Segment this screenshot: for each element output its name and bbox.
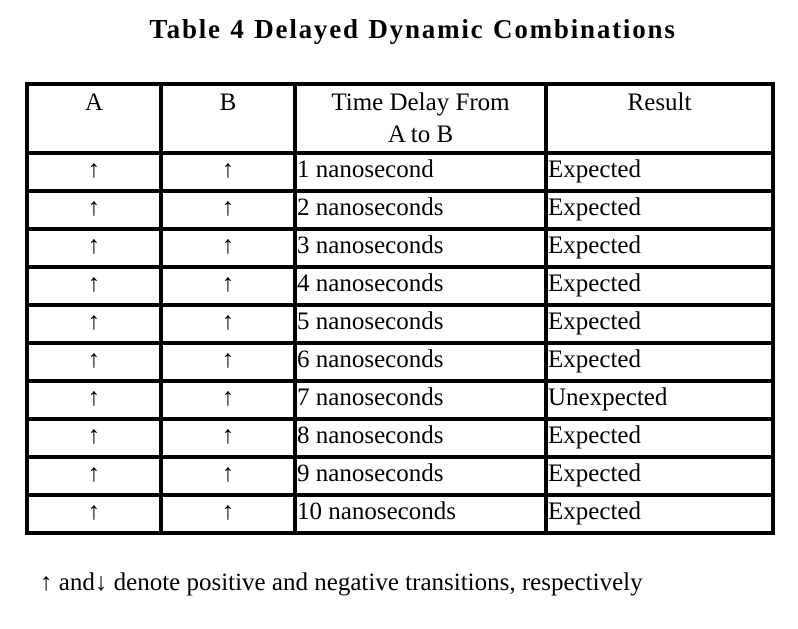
result-cell: Expected bbox=[544, 189, 775, 231]
time-delay-cell: 1 nanosecond bbox=[293, 151, 548, 193]
result-cell: Unexpected bbox=[544, 379, 775, 421]
b-transition-icon: ↑ bbox=[159, 303, 297, 345]
a-transition-icon: ↑ bbox=[25, 417, 163, 459]
result-cell: Expected bbox=[544, 151, 775, 193]
header-a: A bbox=[25, 82, 163, 155]
a-transition-icon: ↑ bbox=[25, 379, 163, 421]
table-row: ↑ ↑ 6 nanoseconds Expected bbox=[25, 341, 775, 383]
a-transition-icon: ↑ bbox=[25, 189, 163, 231]
header-time-delay-line1: Time Delay From bbox=[331, 89, 510, 116]
b-transition-icon: ↑ bbox=[159, 379, 297, 421]
b-transition-icon: ↑ bbox=[159, 189, 297, 231]
table-row: ↑ ↑ 10 nanoseconds Expected bbox=[25, 493, 775, 535]
header-row: A B Time Delay From A to B Result bbox=[25, 82, 775, 155]
time-delay-cell: 2 nanoseconds bbox=[293, 189, 548, 231]
a-transition-icon: ↑ bbox=[25, 493, 163, 535]
b-transition-icon: ↑ bbox=[159, 455, 297, 497]
table-row: ↑ ↑ 9 nanoseconds Expected bbox=[25, 455, 775, 497]
b-transition-icon: ↑ bbox=[159, 493, 297, 535]
result-cell: Expected bbox=[544, 417, 775, 459]
a-transition-icon: ↑ bbox=[25, 151, 163, 193]
time-delay-cell: 10 nanoseconds bbox=[293, 493, 548, 535]
time-delay-cell: 9 nanoseconds bbox=[293, 455, 548, 497]
b-transition-icon: ↑ bbox=[159, 341, 297, 383]
result-cell: Expected bbox=[544, 341, 775, 383]
time-delay-cell: 4 nanoseconds bbox=[293, 265, 548, 307]
header-time-delay-line2: A to B bbox=[387, 121, 454, 148]
table-row: ↑ ↑ 7 nanoseconds Unexpected bbox=[25, 379, 775, 421]
header-result: Result bbox=[544, 82, 775, 155]
delayed-dynamic-combinations-table: A B Time Delay From A to B Result ↑ ↑ 1 nan… bbox=[25, 82, 775, 535]
table-row: ↑ ↑ 5 nanoseconds Expected bbox=[25, 303, 775, 345]
time-delay-cell: 5 nanoseconds bbox=[293, 303, 548, 345]
header-b: B bbox=[159, 82, 297, 155]
footnote: ↑ and↓ denote positive and negative tran… bbox=[40, 569, 643, 596]
table-row: ↑ ↑ 1 nanosecond Expected bbox=[25, 151, 775, 193]
result-cell: Expected bbox=[544, 303, 775, 345]
time-delay-cell: 3 nanoseconds bbox=[293, 227, 548, 269]
time-delay-cell: 7 nanoseconds bbox=[293, 379, 548, 421]
result-cell: Expected bbox=[544, 227, 775, 269]
result-cell: Expected bbox=[544, 455, 775, 497]
time-delay-cell: 8 nanoseconds bbox=[293, 417, 548, 459]
table-row: ↑ ↑ 8 nanoseconds Expected bbox=[25, 417, 775, 459]
table-row: ↑ ↑ 3 nanoseconds Expected bbox=[25, 227, 775, 269]
b-transition-icon: ↑ bbox=[159, 227, 297, 269]
a-transition-icon: ↑ bbox=[25, 227, 163, 269]
b-transition-icon: ↑ bbox=[159, 151, 297, 193]
a-transition-icon: ↑ bbox=[25, 341, 163, 383]
time-delay-cell: 6 nanoseconds bbox=[293, 341, 548, 383]
table-title: Table 4 Delayed Dynamic Combinations bbox=[149, 14, 677, 44]
table-row: ↑ ↑ 4 nanoseconds Expected bbox=[25, 265, 775, 307]
a-transition-icon: ↑ bbox=[25, 265, 163, 307]
a-transition-icon: ↑ bbox=[25, 303, 163, 345]
table-row: ↑ ↑ 2 nanoseconds Expected bbox=[25, 189, 775, 231]
b-transition-icon: ↑ bbox=[159, 417, 297, 459]
result-cell: Expected bbox=[544, 265, 775, 307]
header-time-delay: Time Delay From A to B bbox=[293, 82, 548, 155]
a-transition-icon: ↑ bbox=[25, 455, 163, 497]
b-transition-icon: ↑ bbox=[159, 265, 297, 307]
result-cell: Expected bbox=[544, 493, 775, 535]
